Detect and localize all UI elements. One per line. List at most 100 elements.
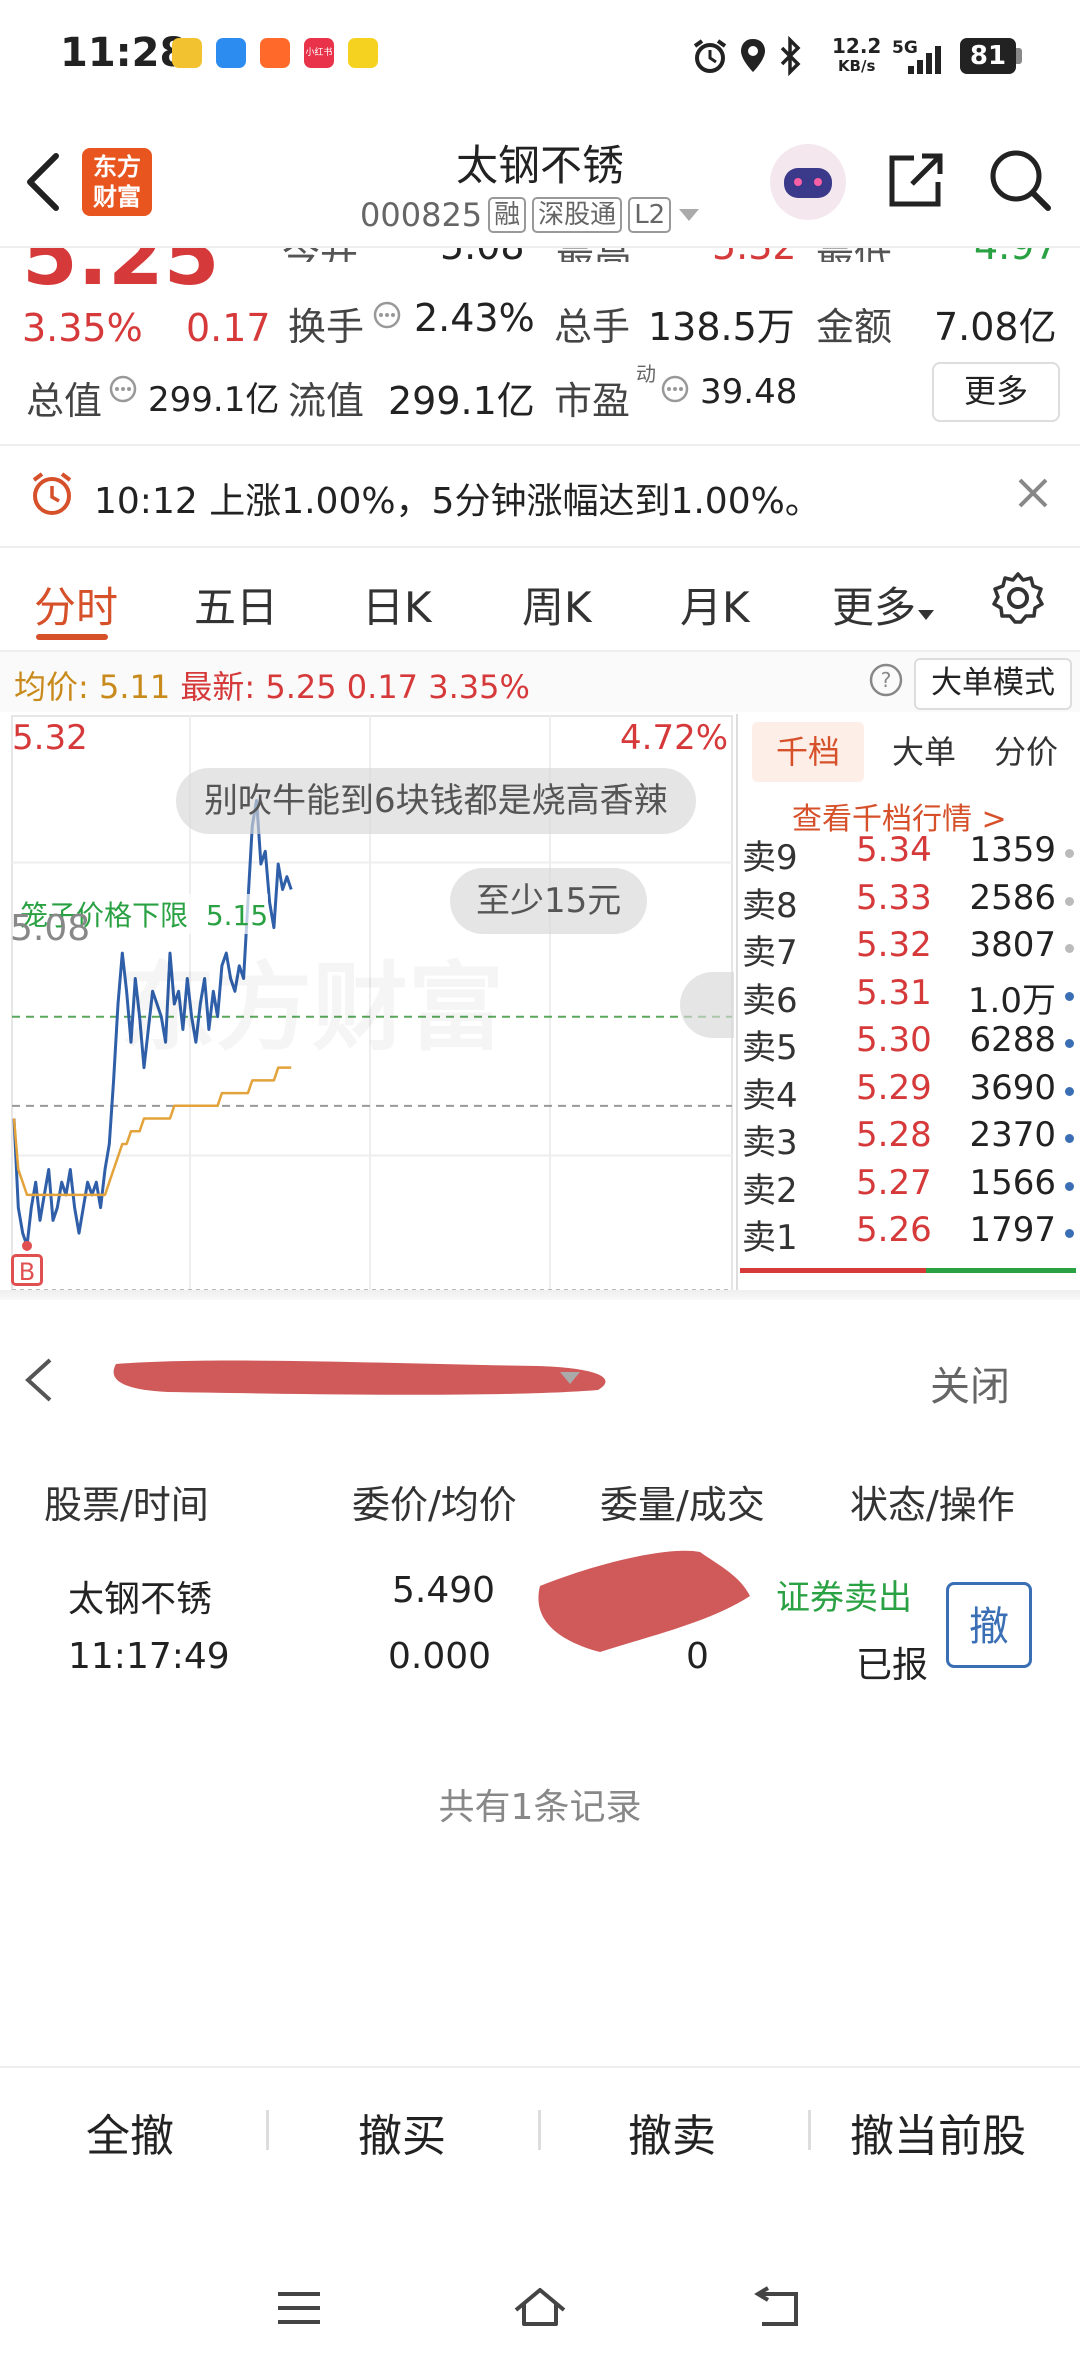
market-cap-label: 总值 (26, 379, 103, 423)
menu-icon[interactable] (274, 2288, 324, 2328)
assistant-robot-icon[interactable] (770, 144, 846, 220)
button-separator (266, 2110, 269, 2150)
stock-subtitle[interactable]: 000825 融 深股通 L2 (360, 196, 701, 234)
close-button[interactable]: 关闭 (930, 1354, 1010, 1412)
watermark: 东方财富 (120, 930, 504, 1069)
limit-label-value: 5.15 (205, 899, 269, 932)
ask-row[interactable]: 卖7 5.32 3807 (736, 925, 1080, 973)
order-dot-icon (1065, 1086, 1074, 1096)
ask-level-label: 卖1 (742, 1218, 798, 1258)
tab-big-orders[interactable]: 大单 (874, 722, 974, 782)
share-icon[interactable] (884, 148, 948, 212)
order-sheet (0, 1300, 1080, 2376)
bottom-divider (0, 2066, 1080, 2068)
margin-tag: 融 (488, 197, 527, 233)
connect-tag: 深股通 (532, 197, 623, 233)
cancel-all-button[interactable]: 全撤 (86, 2100, 174, 2164)
tab-daily-k[interactable]: 日K (362, 574, 432, 635)
intraday-chart[interactable]: 5.32 4.72% 笼子价格下限 5.15 5.08 东方财富 别吹牛能到6块… (10, 714, 734, 1304)
cancel-sells-button[interactable]: 撤卖 (628, 2100, 716, 2164)
order-row[interactable]: 太钢不锈 11:17:49 5.490 0.000 0 证券卖出 已报 撤 (0, 1550, 1080, 1690)
volume-value: 138.5万 (648, 305, 795, 349)
low-label: 最低 (816, 248, 892, 262)
ask-price: 5.29 (856, 1067, 932, 1108)
account-selector[interactable] (98, 1342, 610, 1408)
ask-volume: 2370 (969, 1115, 1056, 1155)
tab-depth[interactable]: 千档 (752, 722, 864, 782)
ask-row[interactable]: 卖1 5.26 1797 (736, 1210, 1080, 1258)
gear-icon[interactable] (990, 570, 1046, 626)
cancel-order-button[interactable]: 撤 (946, 1582, 1032, 1668)
ask-row[interactable]: 卖9 5.34 1359 (736, 830, 1080, 878)
high-label: 最高 (556, 248, 632, 262)
ask-volume: 1797 (969, 1210, 1056, 1250)
button-separator (808, 2110, 811, 2150)
latest-value: 5.25 (265, 668, 337, 706)
tab-monthly-k[interactable]: 月K (680, 574, 750, 635)
dropdown-icon[interactable] (558, 1370, 582, 1386)
ask-row[interactable]: 卖5 5.30 6288 (736, 1020, 1080, 1068)
app-notification-icon (348, 38, 378, 68)
signal-icon (908, 46, 941, 74)
latest-percent: 3.35% (428, 668, 530, 706)
ask-row[interactable]: 卖2 5.27 1566 (736, 1163, 1080, 1211)
app-notification-icon (172, 38, 202, 68)
app-notification-icon (216, 38, 246, 68)
order-dot-icon (1065, 1134, 1074, 1143)
home-icon[interactable] (510, 2282, 570, 2332)
market-cap-value: 299.1亿 (148, 380, 280, 420)
avg-price-line (12, 1066, 292, 1197)
open-value: 5.08 (440, 248, 525, 262)
tab-more[interactable]: 更多 (832, 574, 936, 635)
info-icon[interactable] (108, 374, 138, 404)
back-icon[interactable] (20, 1354, 56, 1406)
tab-weekly-k[interactable]: 周K (522, 574, 592, 635)
ask-row[interactable]: 卖8 5.33 2586 (736, 878, 1080, 926)
latest-label: 最新: (180, 668, 256, 706)
info-icon[interactable] (372, 300, 402, 330)
big-order-mode-button[interactable]: 大单模式 (914, 658, 1072, 710)
order-dot-icon (1065, 896, 1074, 906)
close-icon[interactable] (1016, 476, 1050, 510)
ask-level-label: 卖4 (742, 1075, 798, 1116)
avg-value: 5.11 (98, 668, 171, 706)
danmaku-comment: 别吹牛能到6块钱都是烧高香辣 (176, 768, 696, 834)
more-quote-button[interactable]: 更多 (932, 362, 1060, 422)
open-label: 今开 (282, 248, 358, 262)
back-nav-icon[interactable] (752, 2284, 806, 2332)
bid-ratio-bar (740, 1268, 926, 1273)
change-amount: 0.17 (186, 306, 271, 350)
help-icon[interactable]: ? (868, 662, 904, 698)
pe-label: 市盈 (554, 379, 631, 423)
ask-row[interactable]: 卖6 5.31 1.0万 (736, 972, 1080, 1021)
buy-marker[interactable]: B (11, 1254, 43, 1286)
ask-level-label: 卖6 (742, 980, 798, 1021)
cancel-current-stock-button[interactable]: 撤当前股 (850, 2100, 1026, 2164)
ask-price: 5.34 (856, 830, 932, 870)
danmaku-comment: 至少15元 (450, 868, 648, 934)
turnover-label: 换手 (288, 305, 365, 349)
order-dot-icon (1065, 849, 1074, 858)
net-speed-value: 12.2 (832, 34, 882, 58)
tab-five-day[interactable]: 五日 (194, 574, 278, 635)
ask-level-label: 卖7 (742, 933, 798, 973)
ask-level-label: 卖5 (742, 1028, 798, 1068)
ask-price: 5.31 (856, 972, 932, 1013)
order-avg-price: 0.000 (388, 1636, 492, 1677)
dropdown-icon (918, 610, 935, 620)
ask-row[interactable]: 卖3 5.28 2370 (736, 1115, 1080, 1163)
price-alert-banner[interactable]: 10:12 上涨1.00%，5分钟涨幅达到1.00%。 (0, 444, 1080, 548)
pe-dynamic-sup: 动 (636, 362, 656, 386)
tab-intraday[interactable]: 分时 (34, 574, 118, 635)
info-icon[interactable] (660, 374, 690, 404)
order-time: 11:17:49 (68, 1636, 230, 1677)
order-price: 5.490 (392, 1570, 496, 1611)
column-header: 委量/成交 (600, 1483, 765, 1527)
battery-tip (1016, 48, 1022, 64)
tab-price-distribution[interactable]: 分价 (974, 722, 1078, 782)
search-icon[interactable] (986, 146, 1054, 214)
ask-level-label: 卖8 (742, 885, 798, 926)
ask-row[interactable]: 卖4 5.29 3690 (736, 1067, 1080, 1116)
cancel-buys-button[interactable]: 撤买 (358, 2100, 446, 2164)
ask-price: 5.26 (856, 1210, 932, 1250)
